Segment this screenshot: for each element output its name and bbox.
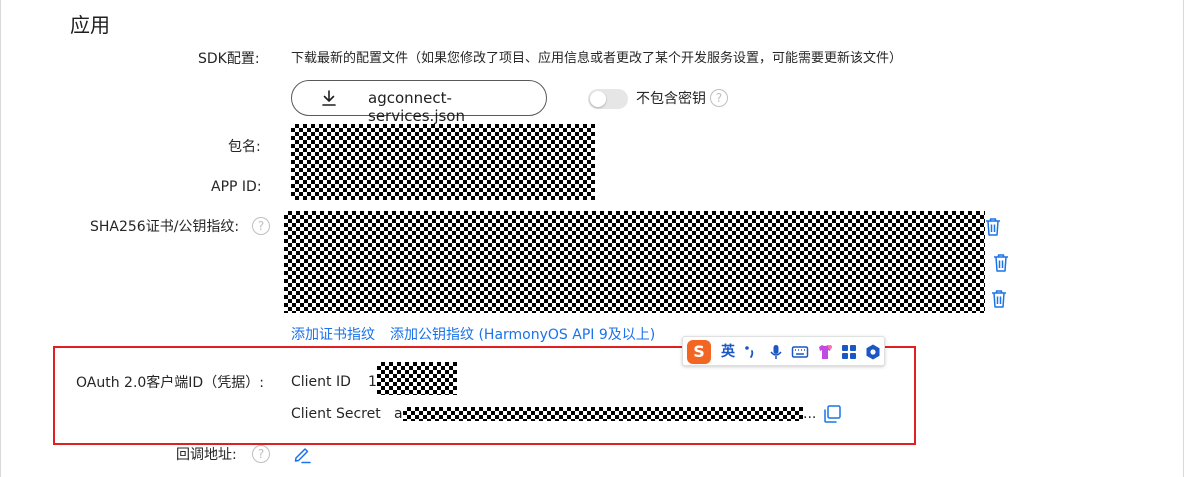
exclude-key-label: 不包含密钥 [636,91,706,107]
edit-callback-icon[interactable] [292,444,312,464]
client-secret-prefix: a [394,406,403,422]
package-name-label: 包名: [228,139,261,155]
skin-icon[interactable] [816,343,834,361]
download-config-button[interactable]: agconnect-services.json [291,80,547,125]
download-button-label: agconnect-services.json [368,89,465,125]
sha256-masked-values [284,211,985,313]
exclude-key-toggle[interactable] [588,89,628,109]
app-id-label: APP ID: [211,179,262,195]
client-secret-label: Client Secret [291,406,381,422]
exclude-key-help-icon[interactable]: ? [710,89,728,107]
client-id-label: Client ID [291,374,351,390]
microphone-icon[interactable] [767,343,785,361]
package-appid-masked-value [291,124,595,200]
oauth-client-label: OAuth 2.0客户端ID（凭据）: [76,375,264,391]
ime-logo-icon[interactable]: S [687,340,711,364]
punctuation-icon[interactable] [741,343,759,361]
callback-url-label: 回调地址: [176,447,237,463]
keyboard-icon[interactable] [791,343,809,361]
download-icon [322,90,336,106]
add-pubkey-fingerprint-link[interactable]: 添加公钥指纹 (HarmonyOS API 9及以上) [390,326,655,344]
delete-fingerprint-1-icon[interactable] [984,217,1002,237]
add-cert-fingerprint-link[interactable]: 添加证书指纹 [291,326,375,344]
client-secret-masked-value [403,407,803,421]
section-title: 应用 [70,13,110,37]
delete-fingerprint-3-icon[interactable] [990,289,1008,309]
toggle-knob [590,91,606,107]
sdk-config-description: 下载最新的配置文件（如果您修改了项目、应用信息或者更改了某个开发服务设置，可能需… [291,51,903,66]
client-id-masked-value [377,362,457,395]
page-left-border [0,0,1,477]
settings-icon[interactable] [864,343,882,361]
ime-toolbar[interactable]: S 英 [682,336,885,366]
delete-fingerprint-2-icon[interactable] [992,253,1010,273]
page-right-border [1183,0,1184,477]
copy-secret-icon[interactable] [822,404,842,424]
toolbox-icon[interactable] [840,343,858,361]
client-id-prefix: 1 [368,374,377,390]
ime-mode-toggle[interactable]: 英 [721,343,735,361]
sha256-label: SHA256证书/公钥指纹: [90,219,240,235]
sdk-config-label: SDK配置: [198,51,260,67]
callback-help-icon[interactable]: ? [252,445,270,463]
sha256-help-icon[interactable]: ? [252,217,270,235]
client-secret-ellipsis: ... [803,406,817,422]
